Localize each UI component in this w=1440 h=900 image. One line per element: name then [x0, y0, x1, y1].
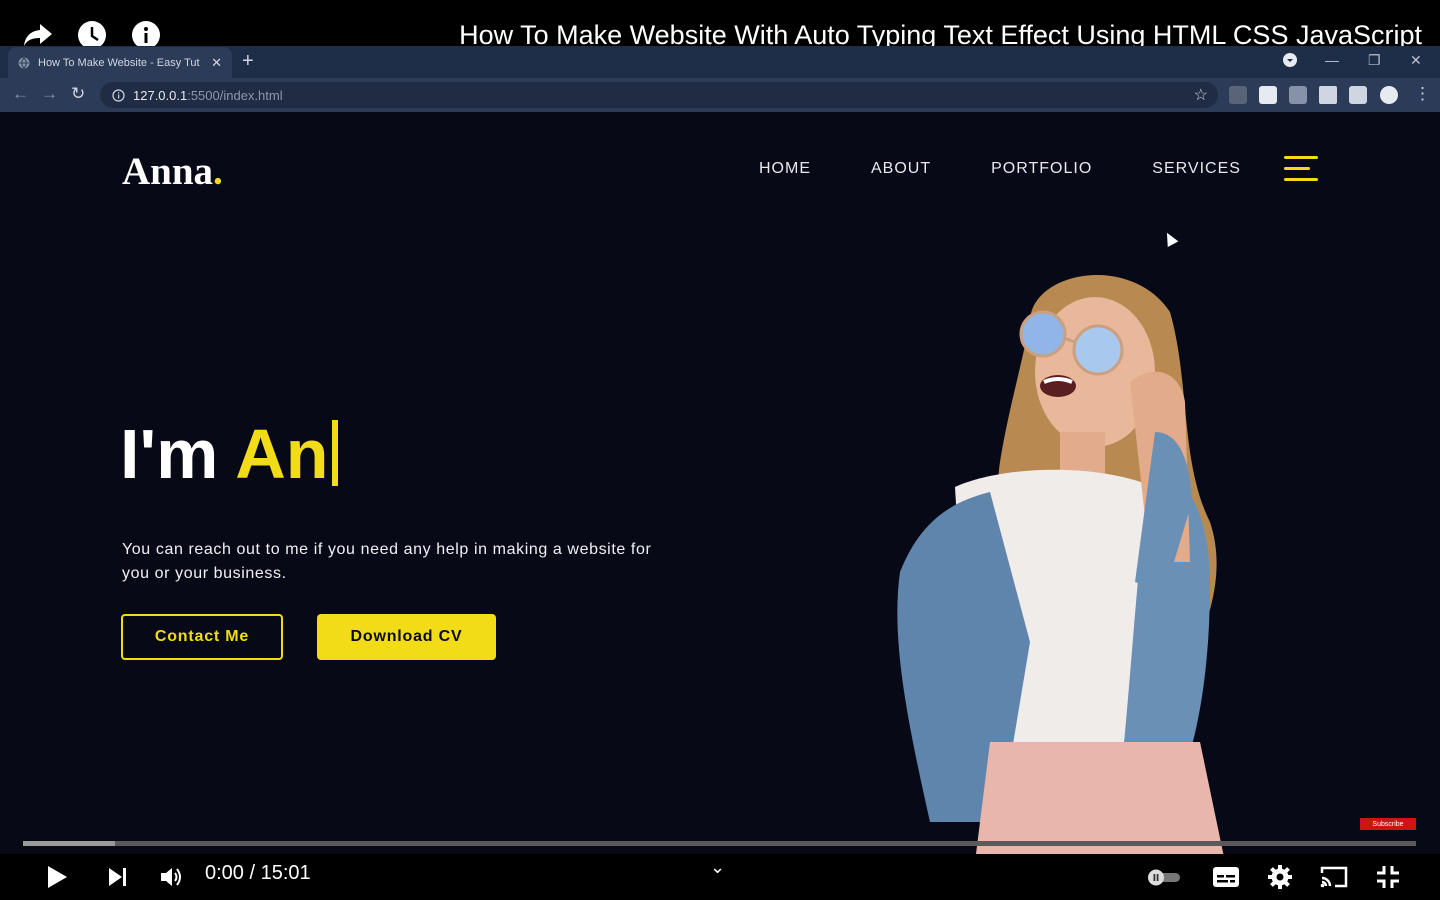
video-time: 0:00 / 15:01: [205, 862, 311, 884]
site-logo[interactable]: Anna.: [122, 149, 223, 194]
url-host: 127.0.0.1: [133, 87, 188, 103]
minimize-icon[interactable]: —: [1325, 52, 1339, 68]
media-queue-icon[interactable]: [1349, 86, 1367, 104]
volume-icon[interactable]: [156, 861, 188, 893]
video-progress-bar[interactable]: [23, 841, 1416, 846]
cast-icon[interactable]: [1318, 861, 1350, 893]
hero-heading: I'm An: [120, 414, 338, 494]
play-icon[interactable]: [41, 861, 73, 893]
url-path: :5500/index.html: [187, 87, 283, 103]
typing-caret: [331, 420, 338, 486]
close-tab-icon[interactable]: ✕: [211, 55, 222, 71]
hamburger-menu-icon[interactable]: [1284, 156, 1318, 182]
contact-me-button[interactable]: Contact Me: [121, 614, 283, 660]
puzzle-extensions-icon[interactable]: [1319, 86, 1337, 104]
reload-icon[interactable]: ↻: [71, 84, 85, 104]
restore-icon[interactable]: ❐: [1368, 52, 1381, 69]
browser-tab-bar: How To Make Website - Easy Tut ✕ + — ❐ ✕: [0, 46, 1440, 78]
logo-text: Anna: [122, 150, 214, 193]
next-icon[interactable]: [102, 861, 134, 893]
address-bar[interactable]: 127.0.0.1:5500/index.html ☆: [100, 82, 1218, 108]
browser-toolbar: ← → ↻ 127.0.0.1:5500/index.html ☆ ⋮: [0, 78, 1440, 112]
logo-dot: .: [213, 150, 223, 193]
tab-title: How To Make Website - Easy Tut: [38, 56, 200, 69]
subscribe-badge[interactable]: Subscribe: [1360, 818, 1416, 830]
profile-avatar-icon[interactable]: [1380, 86, 1398, 104]
video-top-overlay: How To Make Website With Auto Typing Tex…: [0, 0, 1440, 50]
globe-icon: [18, 57, 30, 69]
hero-description: You can reach out to me if you need any …: [122, 541, 652, 582]
profile-dropdown-icon[interactable]: [1282, 52, 1298, 71]
nav-services[interactable]: SERVICES: [1152, 160, 1241, 178]
new-tab-icon[interactable]: +: [242, 50, 254, 73]
captions-icon[interactable]: [1210, 861, 1242, 893]
hero-typed-text: An: [235, 415, 329, 493]
gmail-extension-icon[interactable]: [1229, 86, 1247, 104]
nav-home[interactable]: HOME: [759, 160, 811, 178]
bookmark-star-icon[interactable]: ☆: [1194, 85, 1208, 105]
exit-fullscreen-icon[interactable]: [1372, 861, 1404, 893]
subscribe-badge-label: Subscribe: [1372, 820, 1404, 828]
settings-icon[interactable]: [1264, 861, 1296, 893]
hero-photo: [897, 274, 1224, 854]
autoplay-toggle-icon[interactable]: [1146, 861, 1182, 893]
close-window-icon[interactable]: ✕: [1410, 52, 1422, 69]
forward-icon[interactable]: →: [41, 84, 58, 104]
hero-prefix: I'm: [120, 415, 236, 493]
camera-extension-icon[interactable]: [1289, 86, 1307, 104]
video-controls: 0:00 / 15:01 ⌄: [0, 854, 1440, 900]
website-page: Anna. HOME ABOUT PORTFOLIO SERVICES I'm …: [0, 112, 1440, 854]
more-menu-icon[interactable]: ⋮: [1414, 84, 1431, 104]
nav-portfolio[interactable]: PORTFOLIO: [991, 160, 1092, 178]
nav-about[interactable]: ABOUT: [871, 160, 931, 178]
back-icon[interactable]: ←: [12, 84, 29, 104]
chevron-down-icon[interactable]: ⌄: [710, 857, 725, 878]
mouse-cursor-icon: [1161, 229, 1179, 248]
download-cv-button[interactable]: Download CV: [317, 614, 496, 660]
site-nav: HOME ABOUT PORTFOLIO SERVICES: [759, 160, 1301, 178]
info-circle-icon: [112, 88, 125, 102]
browser-tab[interactable]: How To Make Website - Easy Tut ✕: [8, 47, 232, 78]
video-progress-fill: [23, 841, 115, 846]
download-extension-icon[interactable]: [1259, 86, 1277, 104]
